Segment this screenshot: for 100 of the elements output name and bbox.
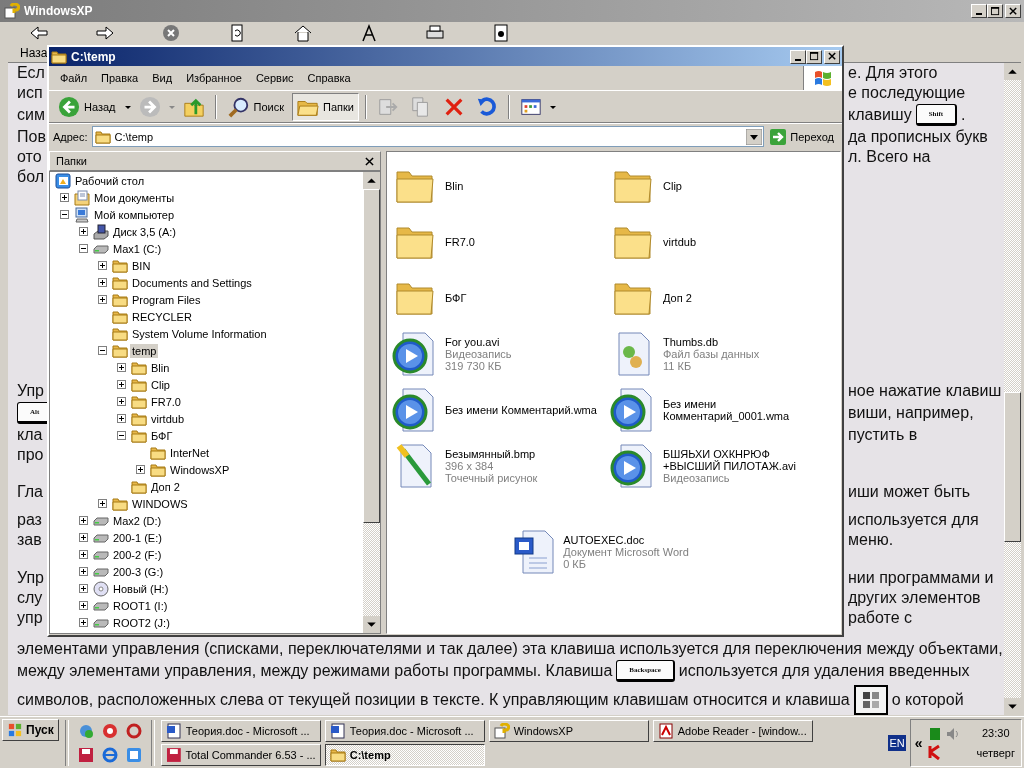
minimize-button[interactable]: [971, 4, 987, 18]
expand-icon[interactable]: [136, 465, 145, 474]
expand-icon[interactable]: [98, 295, 107, 304]
menu-item[interactable]: Правка: [94, 72, 146, 84]
expand-icon[interactable]: [79, 227, 88, 236]
tree-item[interactable]: Clip: [149, 377, 172, 392]
scroll-up-icon[interactable]: [363, 172, 380, 189]
back-label[interactable]: Наза: [20, 46, 48, 60]
file-item[interactable]: Без имени Комментарий_0001.wma: [609, 382, 827, 438]
file-item[interactable]: Clip: [609, 158, 827, 214]
scroll-down-icon[interactable]: [1004, 698, 1021, 715]
tree-item[interactable]: System Volume Information: [130, 326, 269, 341]
back-button[interactable]: Назад: [53, 92, 121, 121]
taskbar-button[interactable]: C:\temp: [324, 743, 485, 766]
expand-icon[interactable]: [98, 261, 107, 270]
collapse-icon[interactable]: [60, 210, 69, 219]
file-item[interactable]: Безымянный.bmp 396 x 384 Точечный рисунок: [391, 438, 609, 494]
tree-item[interactable]: Мой компьютер: [92, 207, 177, 222]
address-field[interactable]: C:\temp: [91, 126, 765, 147]
expand-icon[interactable]: [117, 363, 126, 372]
expand-icon[interactable]: [79, 601, 88, 610]
tree-item[interactable]: 200-2 (F:): [111, 547, 164, 562]
tree-item[interactable]: FR7.0: [149, 394, 183, 409]
go-button[interactable]: Переход: [768, 128, 838, 145]
expand-icon[interactable]: [79, 567, 88, 576]
tree-item[interactable]: Documents and Settings: [130, 275, 254, 290]
floppy-icon[interactable]: [77, 746, 94, 763]
collapse-icon[interactable]: [117, 431, 126, 440]
desktop-icon[interactable]: [125, 746, 142, 763]
tree-item[interactable]: Blin: [149, 360, 172, 375]
expand-icon[interactable]: [79, 618, 88, 627]
tree-item[interactable]: Program Files: [130, 292, 203, 307]
scroll-thumb[interactable]: [1004, 392, 1021, 542]
menu-item[interactable]: Справка: [300, 72, 358, 84]
scroll-thumb[interactable]: [363, 189, 380, 523]
clock-time[interactable]: 23:30: [982, 726, 1010, 739]
file-item[interactable]: Blin: [391, 158, 609, 214]
file-item[interactable]: virtdub: [609, 214, 827, 270]
taskbar-button[interactable]: Теория.doc - Microsoft ...: [324, 719, 485, 742]
search-button[interactable]: Поиск: [222, 92, 289, 121]
tree-item[interactable]: Мои документы: [92, 190, 177, 205]
menu-item[interactable]: Избранное: [179, 72, 249, 84]
tree-item[interactable]: InterNet: [168, 445, 212, 460]
close-icon[interactable]: [365, 156, 374, 166]
tree-item[interactable]: БФГ: [149, 428, 175, 443]
file-item[interactable]: For you.avi Видеозапись 319 730 КБ: [391, 326, 609, 382]
file-item[interactable]: Без имени Комментарий.wma: [391, 382, 609, 438]
expand-icon[interactable]: [79, 584, 88, 593]
tree-item[interactable]: WINDOWS: [130, 496, 190, 511]
expand-icon[interactable]: [117, 380, 126, 389]
tree-item[interactable]: Доп 2: [149, 479, 182, 494]
undo-icon[interactable]: [475, 95, 498, 118]
tree-item[interactable]: WindowsXP: [168, 462, 232, 477]
scrollbar[interactable]: [363, 172, 380, 633]
maximize-button[interactable]: [806, 49, 822, 64]
tree-item[interactable]: Диск 3,5 (A:): [111, 224, 179, 239]
expand-icon[interactable]: [117, 397, 126, 406]
close-button[interactable]: [824, 49, 840, 64]
scroll-up-icon[interactable]: [1004, 63, 1021, 80]
scroll-down-icon[interactable]: [363, 616, 380, 633]
file-item[interactable]: Доп 2: [609, 270, 827, 326]
taskbar-button[interactable]: WindowsXP: [488, 719, 649, 742]
dropdown-icon[interactable]: [746, 128, 763, 145]
file-item[interactable]: AUTOEXEC.doc Документ Microsoft Word 0 КБ: [509, 524, 689, 580]
taskbar-button[interactable]: Total Commander 6.53 - ...: [160, 743, 321, 766]
expand-icon[interactable]: [98, 499, 107, 508]
tree-item[interactable]: RECYCLER: [130, 309, 194, 324]
tree-item[interactable]: BIN: [130, 258, 153, 273]
tree-item[interactable]: Max1 (C:): [111, 241, 164, 256]
file-item[interactable]: FR7.0: [391, 214, 609, 270]
tree-item[interactable]: 200-1 (E:): [111, 530, 164, 545]
expand-icon[interactable]: [117, 414, 126, 423]
taskbar-button[interactable]: Adobe Reader - [window...: [652, 719, 813, 742]
menu-item[interactable]: Сервис: [248, 72, 301, 84]
tree-item[interactable]: Рабочий стол: [73, 173, 147, 188]
tree-item[interactable]: Новый (H:): [111, 581, 171, 596]
start-button[interactable]: Пуск: [2, 719, 59, 741]
tree-item[interactable]: Max2 (D:): [111, 513, 164, 528]
expand-icon[interactable]: [79, 533, 88, 542]
show-hidden-icons-button[interactable]: «: [914, 734, 923, 751]
menu-item[interactable]: Вид: [145, 72, 180, 84]
language-indicator[interactable]: EN: [888, 734, 906, 751]
tree-item[interactable]: ROOT1 (I:): [111, 598, 170, 613]
file-item[interactable]: БШЯЬХИ ОХКНРЮФ +ВЫСШИЙ ПИЛОТАЖ.avi Видеозапись: [609, 438, 827, 494]
expand-icon[interactable]: [79, 516, 88, 525]
expand-icon[interactable]: [79, 550, 88, 559]
tree-item[interactable]: ROOT2 (J:): [111, 615, 172, 630]
minimize-button[interactable]: [790, 49, 806, 64]
collapse-icon[interactable]: [79, 244, 88, 253]
expand-icon[interactable]: [98, 278, 107, 287]
tree-item[interactable]: virtdub: [149, 411, 187, 426]
expand-icon[interactable]: [60, 193, 69, 202]
scrollbar[interactable]: [1004, 63, 1021, 715]
ring-icon[interactable]: [125, 722, 142, 739]
menu-item[interactable]: Файл: [53, 72, 95, 84]
file-item[interactable]: БФГ: [391, 270, 609, 326]
tree-item[interactable]: temp: [130, 343, 159, 358]
folders-button[interactable]: Папки: [292, 92, 359, 121]
file-item[interactable]: Thumbs.db Файл базы данных 11 КБ: [609, 326, 827, 382]
maximize-button[interactable]: [987, 4, 1003, 18]
